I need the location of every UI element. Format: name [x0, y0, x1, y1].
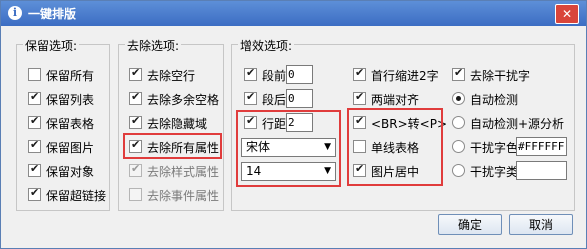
remove-event-attributes-checkbox[interactable] [129, 188, 142, 201]
keep-image-checkbox[interactable] [28, 138, 41, 153]
highlight-br-to-image [347, 108, 443, 186]
remove-hidden-fields-checkbox[interactable] [129, 114, 142, 129]
interference-color-label: 干扰字色 [470, 141, 519, 155]
remove-extra-spaces-label: 去除多余空格 [147, 93, 220, 107]
interference-type-radio[interactable] [452, 164, 465, 177]
interference-color-radio[interactable] [452, 140, 465, 153]
auto-detect-source-label: 自动检测+源分析 [470, 117, 565, 131]
remove-interference-label: 去除干扰字 [470, 69, 531, 83]
remove-options-title: 去除选项: [125, 37, 182, 54]
space-before-label: 段前 [262, 69, 287, 83]
keep-image-label: 保留图片 [46, 141, 95, 155]
keep-table-label: 保留表格 [46, 117, 95, 131]
keep-list-checkbox[interactable] [28, 90, 41, 105]
interference-type-input[interactable] [516, 161, 567, 180]
space-after-label: 段后 [262, 93, 287, 107]
highlight-remove-all-attributes [123, 133, 222, 159]
dialog-window: i 一键排版 ✕ 保留选项: 保留所有 保留列表 保留表格 保留图片 保留对象 … [0, 0, 587, 249]
auto-detect-label: 自动检测 [470, 93, 519, 107]
remove-interference-checkbox[interactable] [452, 66, 465, 81]
enhance-options-title: 增效选项: [238, 37, 295, 54]
cancel-button[interactable]: 取消 [509, 214, 573, 235]
remove-hidden-fields-label: 去除隐藏域 [147, 117, 208, 131]
keep-all-label: 保留所有 [46, 69, 95, 83]
close-button[interactable]: ✕ [555, 4, 579, 24]
remove-extra-spaces-checkbox[interactable] [129, 90, 142, 105]
remove-style-attributes-label: 去除样式属性 [147, 165, 220, 179]
justify-label: 两端对齐 [371, 93, 420, 107]
first-line-indent-label: 首行缩进2字 [371, 69, 439, 83]
auto-detect-radio[interactable] [452, 92, 465, 105]
remove-empty-lines-checkbox[interactable] [129, 66, 142, 81]
keep-all-checkbox[interactable] [28, 68, 41, 81]
ok-button[interactable]: 确定 [438, 214, 502, 235]
title-bar[interactable]: i 一键排版 ✕ [1, 1, 586, 26]
window-title: 一键排版 [28, 7, 77, 21]
keep-options-title: 保留选项: [23, 37, 80, 54]
space-after-checkbox[interactable] [244, 90, 257, 105]
space-after-input[interactable]: 0 [286, 89, 313, 108]
remove-empty-lines-label: 去除空行 [147, 69, 196, 83]
keep-table-checkbox[interactable] [28, 114, 41, 129]
space-before-input[interactable]: 0 [286, 65, 313, 84]
keep-hyperlink-checkbox[interactable] [28, 186, 41, 201]
first-line-indent-checkbox[interactable] [353, 66, 366, 81]
keep-object-checkbox[interactable] [28, 162, 41, 177]
remove-style-attributes-checkbox[interactable] [129, 162, 142, 177]
keep-list-label: 保留列表 [46, 93, 95, 107]
auto-detect-source-radio[interactable] [452, 116, 465, 129]
info-icon: i [8, 6, 22, 20]
justify-checkbox[interactable] [353, 90, 366, 105]
remove-event-attributes-label: 去除事件属性 [147, 189, 220, 203]
interference-type-label: 干扰字类 [470, 165, 519, 179]
keep-hyperlink-label: 保留超链接 [46, 189, 107, 203]
keep-object-label: 保留对象 [46, 165, 95, 179]
space-before-checkbox[interactable] [244, 66, 257, 81]
highlight-line-spacing [236, 110, 341, 187]
interference-color-input[interactable]: #FFFFFF [516, 137, 567, 156]
